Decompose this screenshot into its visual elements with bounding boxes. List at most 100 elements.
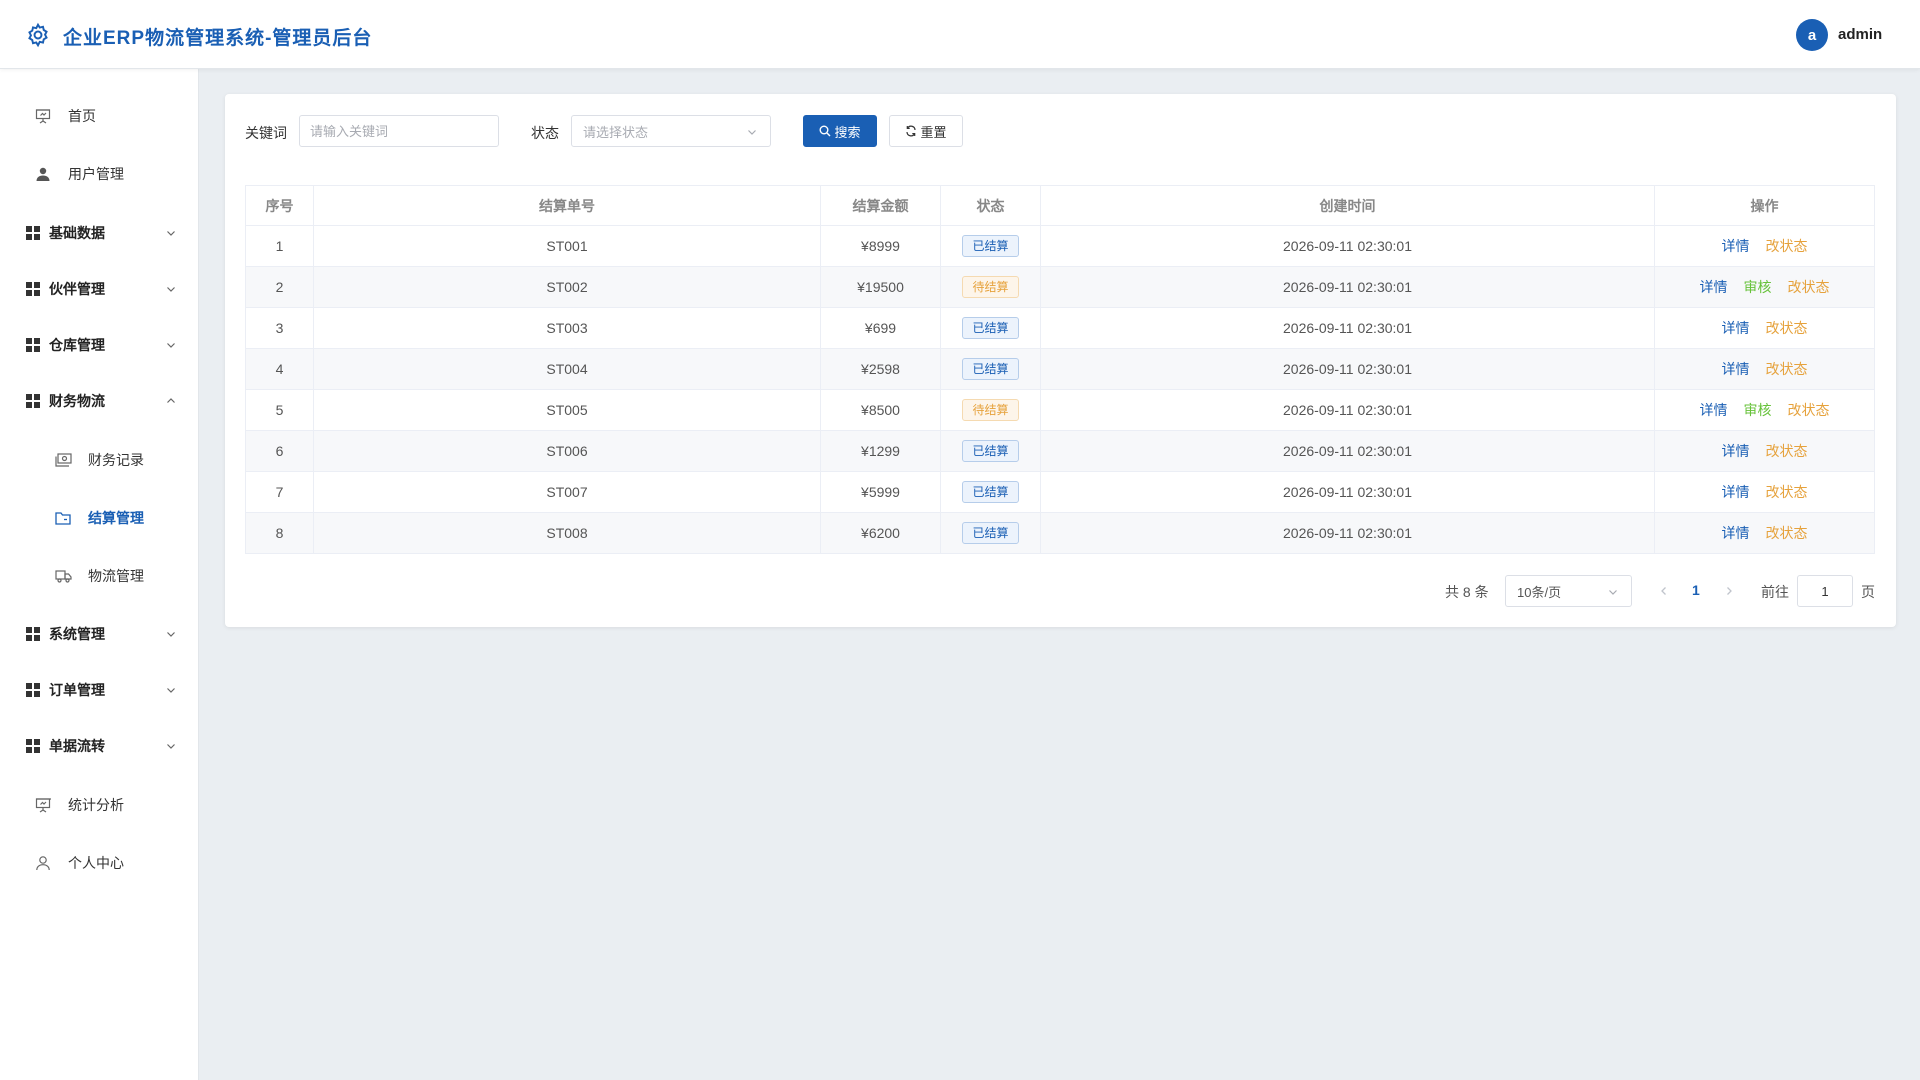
goto-label: 前往 [1761,584,1789,600]
sidebar-item-orders[interactable]: 订单管理 [0,665,199,715]
sidebar-item-settlement[interactable]: 结算管理 [0,493,199,543]
grid-icon [24,280,42,298]
settlement-table: 序号 结算单号 结算金额 状态 创建时间 操作 1 ST001 ¥8999 已结… [245,185,1875,554]
change-status-link[interactable]: 改状态 [1766,361,1808,377]
keyword-input[interactable] [299,115,499,147]
change-status-link[interactable]: 改状态 [1766,320,1808,336]
grid-icon [24,737,42,755]
page-size-select[interactable]: 10条/页 [1505,575,1632,607]
refresh-icon [906,125,917,137]
cell-amount: ¥6200 [820,512,941,554]
next-page-button[interactable] [1719,581,1739,601]
truck-icon [54,567,72,585]
user-name[interactable]: admin [1838,26,1882,43]
detail-link[interactable]: 详情 [1700,402,1728,418]
change-status-link[interactable]: 改状态 [1788,279,1830,295]
grid-icon [24,224,42,242]
cell-code: ST008 [313,512,821,554]
change-status-link[interactable]: 改状态 [1766,238,1808,254]
status-badge: 待结算 [962,399,1019,421]
status-badge: 已结算 [962,317,1019,339]
chevron-down-icon [1609,590,1617,595]
cell-code: ST004 [313,348,821,390]
sidebar-item-finance-logistics[interactable]: 财务物流 [0,376,199,426]
table-header-row: 序号 结算单号 结算金额 状态 创建时间 操作 [245,185,1875,226]
sidebar-item-label: 伙伴管理 [49,281,105,297]
cell-amount: ¥8999 [820,225,941,267]
avatar[interactable]: a [1796,19,1828,51]
sidebar-item-finance-records[interactable]: 财务记录 [0,435,199,485]
sidebar-item-users[interactable]: 用户管理 [0,149,199,199]
detail-link[interactable]: 详情 [1722,361,1750,377]
cell-created: 2026-09-11 02:30:01 [1040,389,1655,431]
cell-actions: 详情 改状态 [1654,307,1875,349]
status-badge: 已结算 [962,440,1019,462]
sidebar-item-statistics[interactable]: 统计分析 [0,780,199,830]
search-button[interactable]: 搜索 [803,115,877,147]
chevron-down-icon [748,130,756,135]
pagination-total: 共 8 条 [1445,584,1489,600]
detail-link[interactable]: 详情 [1700,279,1728,295]
sidebar-item-partners[interactable]: 伙伴管理 [0,264,199,314]
detail-link[interactable]: 详情 [1722,443,1750,459]
cell-amount: ¥1299 [820,430,941,472]
sidebar-item-warehouse[interactable]: 仓库管理 [0,320,199,370]
status-badge: 已结算 [962,358,1019,380]
table-row: 3 ST003 ¥699 已结算 2026-09-11 02:30:01 详情改… [245,307,1875,349]
audit-link[interactable]: 审核 [1744,279,1772,295]
search-icon [819,125,831,137]
column-header-status: 状态 [940,185,1041,226]
chevron-down-icon [167,632,175,637]
reset-button-label: 重置 [920,124,947,140]
cell-code: ST005 [313,389,821,431]
search-button-label: 搜索 [834,124,861,140]
status-select-placeholder: 请选择状态 [583,124,649,140]
cell-created: 2026-09-11 02:30:01 [1040,307,1655,349]
status-label: 状态 [531,125,559,141]
column-header-index: 序号 [245,185,314,226]
cell-index: 4 [245,348,314,390]
change-status-link[interactable]: 改状态 [1766,484,1808,500]
cell-status: 已结算 [940,348,1041,390]
goto-page-input[interactable] [1797,575,1853,607]
table-row: 6 ST006 ¥1299 已结算 2026-09-11 02:30:01 详情… [245,430,1875,472]
sidebar-item-label: 仓库管理 [49,337,105,353]
cell-actions: 详情 改状态 [1654,471,1875,513]
detail-link[interactable]: 详情 [1722,320,1750,336]
sidebar-item-profile[interactable]: 个人中心 [0,838,199,888]
detail-link[interactable]: 详情 [1722,484,1750,500]
cell-actions: 详情 改状态 [1654,348,1875,390]
grid-icon [24,392,42,410]
sidebar-item-home[interactable]: 首页 [0,91,199,141]
presentation-icon [34,107,52,125]
table-row: 1 ST001 ¥8999 已结算 2026-09-11 02:30:01 详情… [245,225,1875,267]
cell-amount: ¥2598 [820,348,941,390]
cell-created: 2026-09-11 02:30:01 [1040,512,1655,554]
change-status-link[interactable]: 改状态 [1766,443,1808,459]
change-status-link[interactable]: 改状态 [1766,525,1808,541]
page-number-current[interactable]: 1 [1692,582,1700,598]
sidebar-item-document-flow[interactable]: 单据流转 [0,721,199,771]
sidebar-item-label: 基础数据 [49,225,105,241]
change-status-link[interactable]: 改状态 [1788,402,1830,418]
cell-created: 2026-09-11 02:30:01 [1040,266,1655,308]
reset-button[interactable]: 重置 [889,115,963,147]
cell-created: 2026-09-11 02:30:01 [1040,348,1655,390]
detail-link[interactable]: 详情 [1722,238,1750,254]
sidebar-item-basic-data[interactable]: 基础数据 [0,208,199,258]
sidebar-item-system[interactable]: 系统管理 [0,609,199,659]
cell-created: 2026-09-11 02:30:01 [1040,225,1655,267]
sidebar-item-logistics[interactable]: 物流管理 [0,551,199,601]
cell-status: 已结算 [940,430,1041,472]
detail-link[interactable]: 详情 [1722,525,1750,541]
audit-link[interactable]: 审核 [1744,402,1772,418]
prev-page-button[interactable] [1654,581,1674,601]
status-select[interactable]: 请选择状态 [571,115,771,147]
cell-status: 待结算 [940,266,1041,308]
chevron-down-icon [167,231,175,236]
sidebar-item-label: 财务物流 [49,393,105,409]
cell-index: 8 [245,512,314,554]
cell-code: ST002 [313,266,821,308]
column-header-code: 结算单号 [313,185,821,226]
cell-index: 6 [245,430,314,472]
